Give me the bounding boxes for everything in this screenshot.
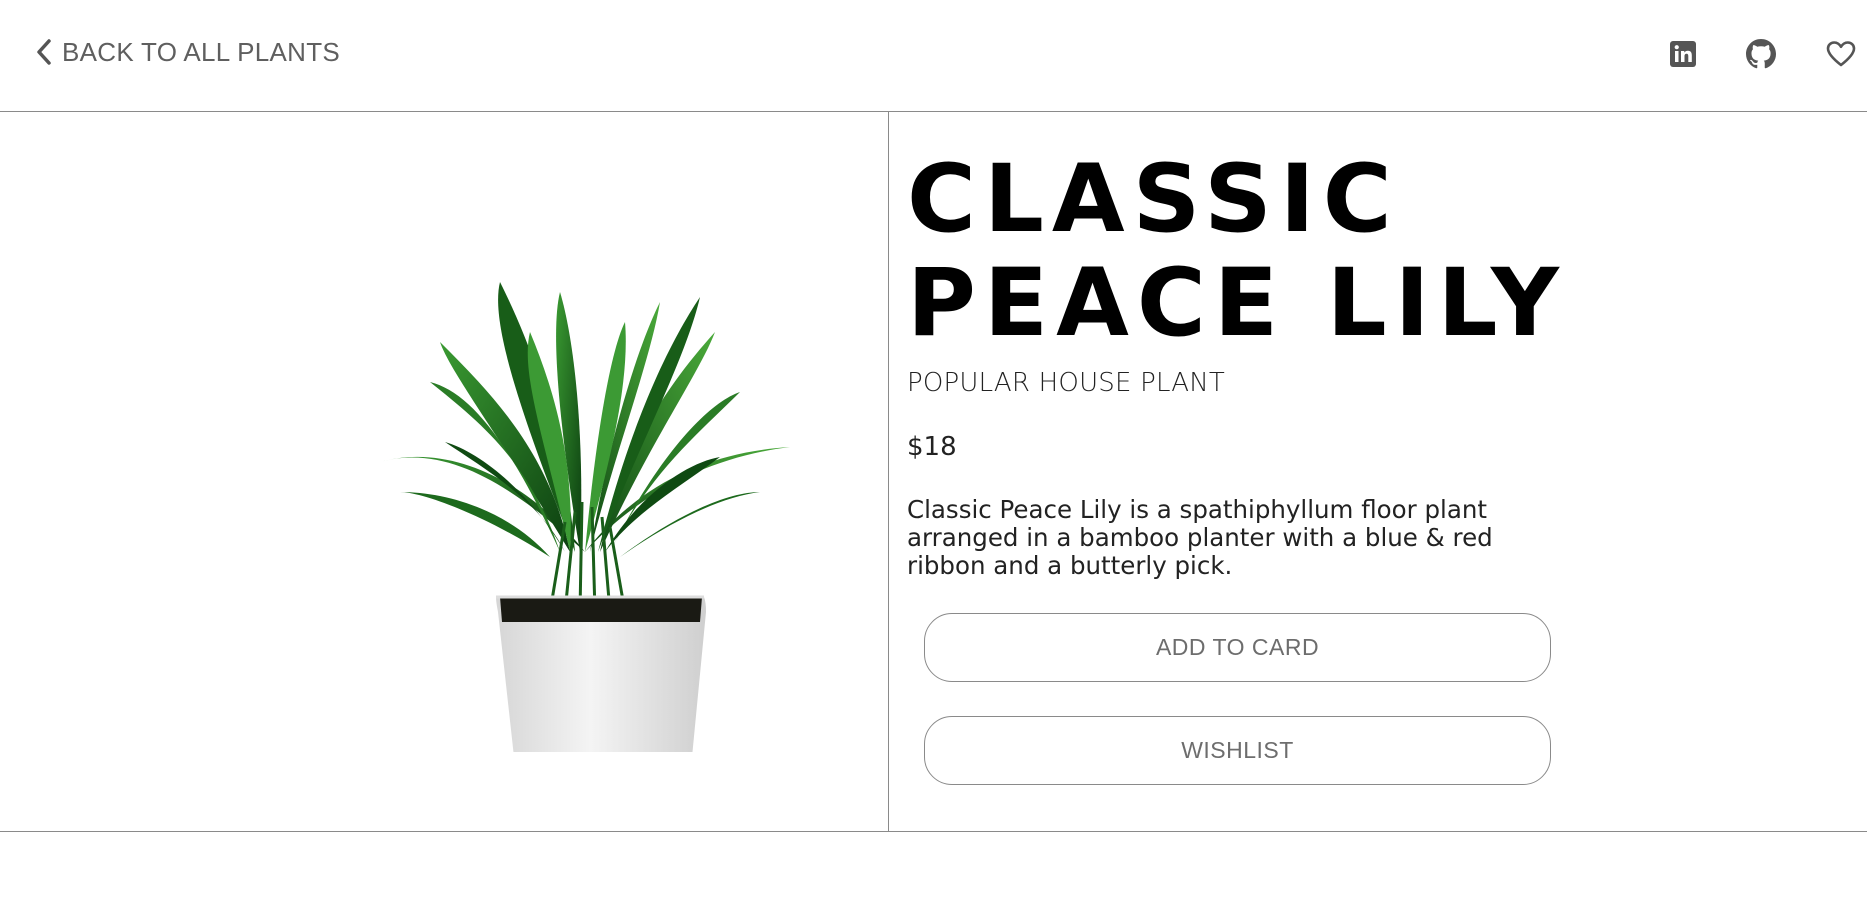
top-bar: BACK TO ALL PLANTS (0, 0, 1867, 112)
product-category: POPULAR HOUSE PLANT (907, 368, 1225, 398)
chevron-left-icon (36, 36, 58, 68)
product-image (370, 192, 800, 762)
product-title-line1: CLASSIC (907, 145, 1400, 254)
product-title: CLASSIC PEACE LILY (907, 148, 1607, 356)
back-to-all-plants-link[interactable]: BACK TO ALL PLANTS (36, 36, 340, 68)
vertical-divider (888, 112, 889, 832)
add-to-cart-button[interactable]: ADD TO CARD (924, 613, 1551, 682)
back-link-label: BACK TO ALL PLANTS (62, 36, 341, 67)
product-description: Classic Peace Lily is a spathiphyllum fl… (907, 495, 1493, 580)
wishlist-button[interactable]: WISHLIST (924, 716, 1551, 785)
product-title-line2: PEACE LILY (907, 249, 1567, 358)
product-price: $18 (907, 432, 957, 462)
product-details: CLASSIC PEACE LILY POPULAR HOUSE PLANT $… (907, 148, 1607, 580)
linkedin-icon[interactable] (1667, 38, 1699, 70)
heart-icon[interactable] (1825, 38, 1857, 70)
github-icon[interactable] (1745, 38, 1777, 70)
